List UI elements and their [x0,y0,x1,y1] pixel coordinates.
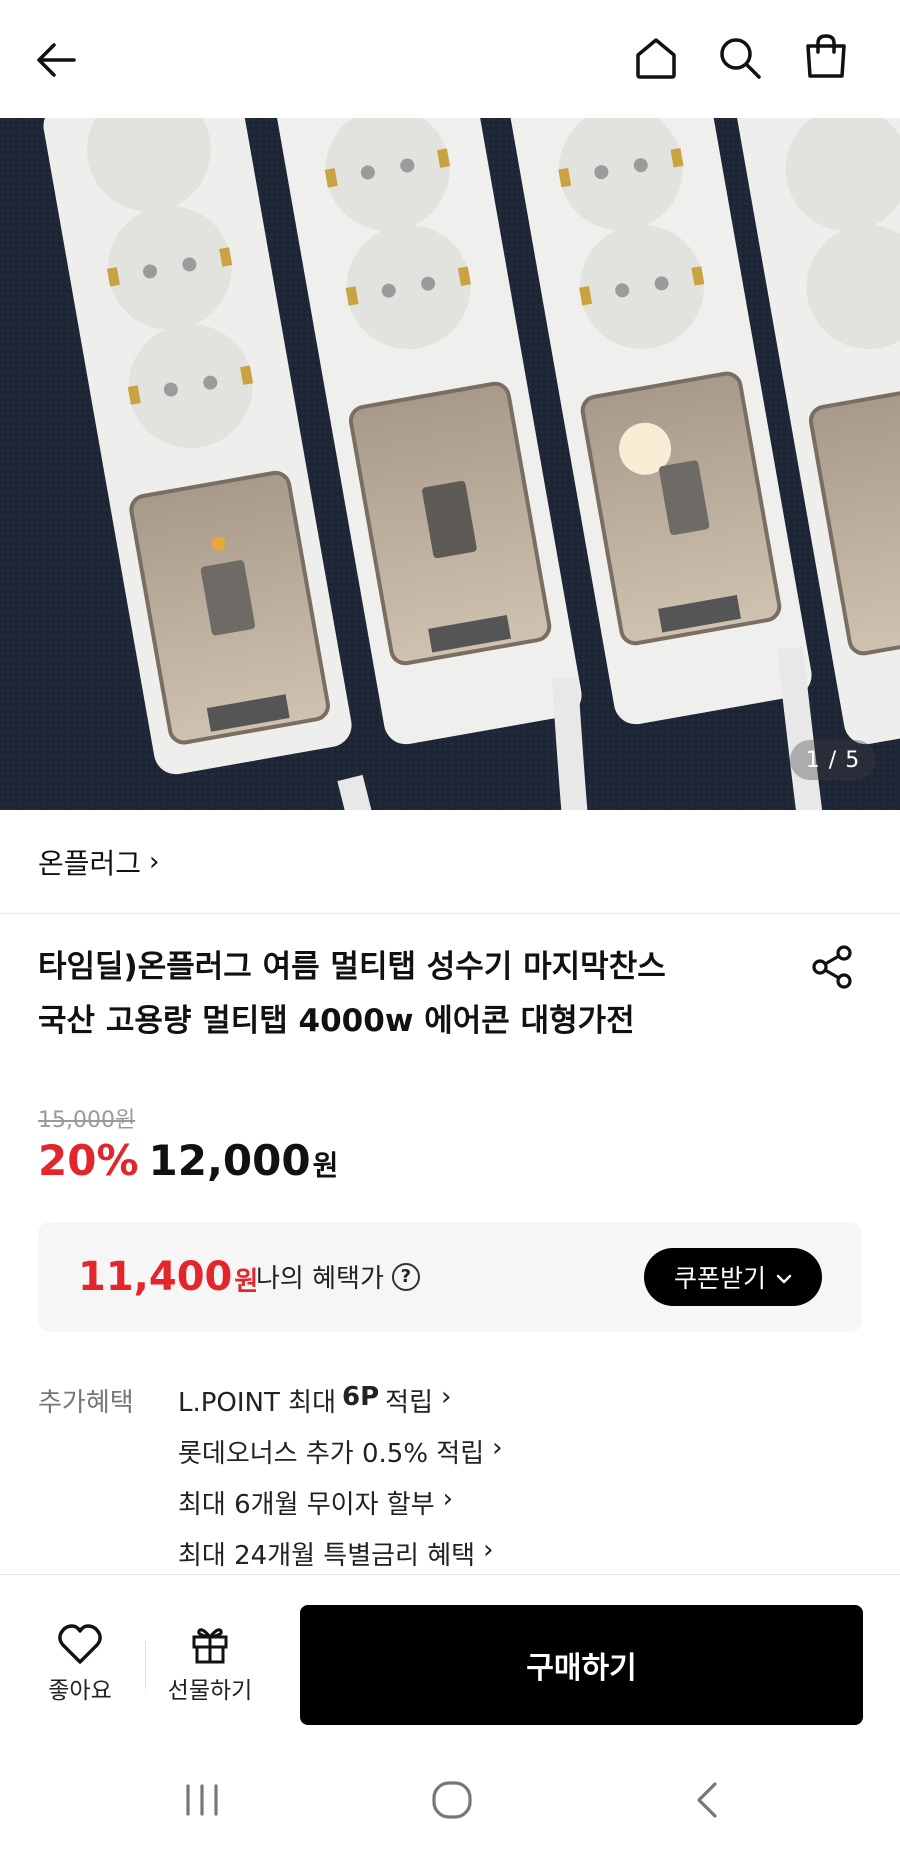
benefit-label-text: 나의 혜택가 [256,1264,384,1294]
extra-benefit-text: 최대 24개월 특별금리 혜택 [178,1541,476,1571]
extra-benefit-installment[interactable]: 최대 6개월 무이자 할부 › [178,1484,503,1535]
back-nav-button[interactable] [676,1770,736,1830]
gift-label: 선물하기 [167,1678,253,1704]
benefit-price-unit: 원 [234,1267,259,1297]
divider [145,1641,146,1689]
gift-icon [192,1628,228,1664]
product-photo [0,118,900,810]
like-label: 좋아요 [48,1678,112,1704]
extra-benefits-list: L.POINT 최대 6P 적립 › 롯데오너스 추가 0.5% 적립 › 최대… [178,1382,503,1586]
extra-benefit-text: 적립 [385,1388,433,1418]
share-icon [812,945,852,989]
price-row: 20% 12,000 원 [38,1136,338,1185]
share-button[interactable] [810,944,856,994]
chevron-right-icon: › [441,1382,452,1412]
brand-name: 온플러그 [38,846,142,880]
chevron-right-icon: › [483,1535,494,1565]
chevron-right-icon: › [442,1484,454,1514]
chevron-right-icon: › [492,1433,503,1463]
brand-link[interactable]: 온플러그 › [0,810,900,914]
gallery-pager: 1 / 5 [790,740,876,780]
extra-benefit-bold: 6P [342,1382,380,1412]
coupon-button-label: 쿠폰받기 [673,1264,766,1293]
heart-icon [58,1624,102,1664]
arrow-left-icon [37,43,76,77]
extra-benefit-text: 최대 6개월 무이자 할부 [178,1490,435,1520]
original-price: 15,000원 [38,1108,136,1133]
back-button[interactable] [30,34,82,86]
product-title-line1: 타임딜)온플러그 여름 멀티탭 성수기 마지막찬스 [38,949,666,985]
cart-button[interactable] [800,30,852,82]
search-icon [720,38,761,79]
sale-price: 12,000 [148,1136,311,1185]
top-app-bar [0,0,900,118]
extra-benefit-lpoint[interactable]: L.POINT 최대 6P 적립 › [178,1382,503,1433]
home-icon [636,38,676,79]
like-button[interactable]: 좋아요 [30,1623,130,1705]
product-image-gallery[interactable]: 1 / 5 [0,118,900,810]
benefit-price-value: 11,400 [78,1254,233,1300]
help-icon[interactable]: ? [391,1262,420,1291]
discount-rate: 20% [38,1136,139,1185]
search-button[interactable] [714,32,766,84]
shopping-bag-icon [806,34,846,78]
recent-apps-button[interactable] [172,1770,232,1830]
buy-button[interactable]: 구매하기 [300,1605,863,1725]
home-button[interactable] [630,32,682,84]
product-title: 타임딜)온플러그 여름 멀티탭 성수기 마지막찬스 국산 고용량 멀티탭 400… [38,940,768,1048]
home-circle-icon [432,1781,472,1819]
coupon-button[interactable]: 쿠폰받기 [644,1248,822,1306]
recent-apps-icon [186,1784,218,1816]
benefit-label: 나의 혜택가 ? [256,1258,420,1295]
extra-benefit-text: L.POINT 최대 [178,1388,336,1418]
bottom-action-bar: 좋아요 선물하기 구매하기 [0,1574,900,1734]
sale-price-unit: 원 [312,1149,339,1182]
chevron-right-icon: › [149,846,160,877]
product-title-line2: 국산 고용량 멀티탭 4000w 에어콘 대형가전 [38,1003,635,1039]
extra-benefit-text: 롯데오너스 추가 0.5% 적립 [178,1439,485,1469]
chevron-left-icon [697,1782,717,1818]
benefit-price-box: 11,400 원 나의 혜택가 ? 쿠폰받기 [38,1222,862,1332]
extra-benefit-lotte-owners[interactable]: 롯데오너스 추가 0.5% 적립 › [178,1433,503,1484]
gift-button[interactable]: 선물하기 [160,1623,260,1705]
chevron-down-icon [776,1265,792,1289]
extra-benefits-label: 추가혜택 [38,1388,134,1418]
home-nav-button[interactable] [422,1770,482,1830]
benefit-price: 11,400 원 [78,1254,258,1300]
system-navigation-bar [0,1734,900,1866]
